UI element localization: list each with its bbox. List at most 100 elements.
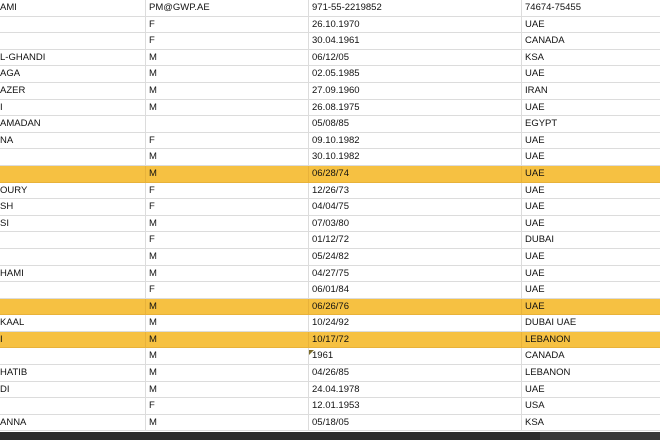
cell-name[interactable]: HAMI [0,266,144,282]
cell-date[interactable]: 26.10.1970 [308,16,521,33]
cell-gender[interactable]: M [145,165,308,182]
cell-country[interactable]: KSA [521,49,660,66]
cell-name[interactable] [0,17,144,33]
cell-date[interactable]: 10/24/92 [308,315,521,331]
cell-country[interactable]: UAE [521,298,660,315]
cell-gender[interactable]: M [145,99,308,116]
cell-country[interactable]: UAE [521,282,660,298]
cell-date[interactable]: 06/01/84 [308,282,521,298]
cell-country[interactable]: UAE [521,265,660,282]
header-cell-phone[interactable]: 971-55-2219852 [308,0,521,16]
comment-indicator-icon[interactable] [309,350,314,356]
cell-gender[interactable]: M [145,248,308,265]
cell-gender[interactable]: M [145,265,308,282]
cell-gender[interactable]: F [145,232,308,248]
cell-name[interactable] [0,33,144,49]
cell-gender[interactable]: M [145,149,308,165]
cell-name[interactable] [0,166,144,182]
cell-date[interactable]: 05/08/85 [308,116,521,132]
cell-name[interactable]: KAAL [0,315,144,331]
cell-name[interactable]: I [0,100,144,116]
cell-gender[interactable]: M [145,49,308,66]
cell-date[interactable]: 30.10.1982 [308,149,521,165]
cell-name[interactable]: DI [0,382,144,398]
cell-gender[interactable]: M [145,348,308,365]
cell-date[interactable]: 04/27/75 [308,265,521,282]
cell-name[interactable]: I [0,332,144,348]
cell-country[interactable]: UAE [521,66,660,82]
cell-name[interactable] [0,149,144,165]
scrollbar-thumb[interactable] [540,432,660,440]
cell-date[interactable]: 27.09.1960 [308,82,521,99]
cell-name[interactable] [0,299,144,315]
cell-country[interactable]: UAE [521,132,660,149]
cell-gender[interactable]: F [145,33,308,49]
cell-country[interactable]: UAE [521,381,660,398]
cell-gender[interactable]: F [145,282,308,298]
cell-name[interactable]: L-GHANDI [0,50,144,66]
cell-gender[interactable]: F [145,16,308,33]
cell-country[interactable]: LEBANON [521,331,660,348]
cell-country[interactable]: EGYPT [521,116,660,132]
cell-country[interactable]: UAE [521,182,660,199]
cell-country[interactable]: CANADA [521,348,660,365]
header-cell-name[interactable]: AMI [0,0,144,16]
cell-country[interactable]: DUBAI [521,232,660,248]
cell-date[interactable]: 24.04.1978 [308,381,521,398]
cell-gender[interactable] [145,116,308,132]
cell-country[interactable]: USA [521,398,660,414]
cell-date[interactable]: 1961 [308,348,521,365]
cell-name[interactable]: HATIB [0,365,144,381]
cell-date[interactable]: 06/26/76 [308,298,521,315]
cell-date[interactable]: 04/26/85 [308,365,521,381]
cell-gender[interactable]: F [145,182,308,199]
cell-country[interactable]: UAE [521,16,660,33]
cell-country[interactable]: UAE [521,165,660,182]
cell-gender[interactable]: M [145,365,308,381]
cell-gender[interactable]: F [145,398,308,414]
cell-name[interactable] [0,282,144,298]
cell-name[interactable] [0,398,144,414]
cell-name[interactable]: AZER [0,83,144,99]
cell-date[interactable]: 12.01.1953 [308,398,521,414]
cell-country[interactable]: UAE [521,199,660,215]
cell-gender[interactable]: F [145,199,308,215]
cell-date[interactable]: 06/28/74 [308,165,521,182]
cell-name[interactable] [0,348,144,364]
cell-date[interactable]: 10/17/72 [308,331,521,348]
cell-name[interactable]: SI [0,216,144,232]
cell-country[interactable]: UAE [521,149,660,165]
cell-date[interactable]: 06/12/05 [308,49,521,66]
cell-date[interactable]: 05/18/05 [308,414,521,431]
cell-date[interactable]: 12/26/73 [308,182,521,199]
cell-date[interactable]: 07/03/80 [308,215,521,232]
cell-name[interactable]: OURY [0,183,144,199]
cell-country[interactable]: DUBAI UAE [521,315,660,331]
cell-gender[interactable]: M [145,381,308,398]
cell-name[interactable]: NA [0,133,144,149]
cell-country[interactable]: UAE [521,215,660,232]
header-cell-email[interactable]: PM@GWP.AE [145,0,308,16]
cell-country[interactable]: IRAN [521,82,660,99]
cell-gender[interactable]: M [145,82,308,99]
cell-country[interactable]: LEBANON [521,365,660,381]
cell-name[interactable]: AGA [0,66,144,82]
cell-gender[interactable]: M [145,298,308,315]
cell-gender[interactable]: M [145,315,308,331]
cell-gender[interactable]: M [145,66,308,82]
cell-date[interactable]: 01/12/72 [308,232,521,248]
cell-name[interactable]: AMADAN [0,116,144,132]
cell-gender[interactable]: M [145,414,308,431]
cell-date[interactable]: 26.08.1975 [308,99,521,116]
cell-date[interactable]: 30.04.1961 [308,33,521,49]
cell-name[interactable] [0,249,144,265]
cell-date[interactable]: 09.10.1982 [308,132,521,149]
cell-date[interactable]: 05/24/82 [308,248,521,265]
cell-country[interactable]: UAE [521,99,660,116]
cell-date[interactable]: 02.05.1985 [308,66,521,82]
cell-date[interactable]: 04/04/75 [308,199,521,215]
cell-name[interactable]: ANNA [0,415,144,431]
cell-country[interactable]: UAE [521,248,660,265]
cell-gender[interactable]: M [145,331,308,348]
cell-country[interactable]: KSA [521,414,660,431]
